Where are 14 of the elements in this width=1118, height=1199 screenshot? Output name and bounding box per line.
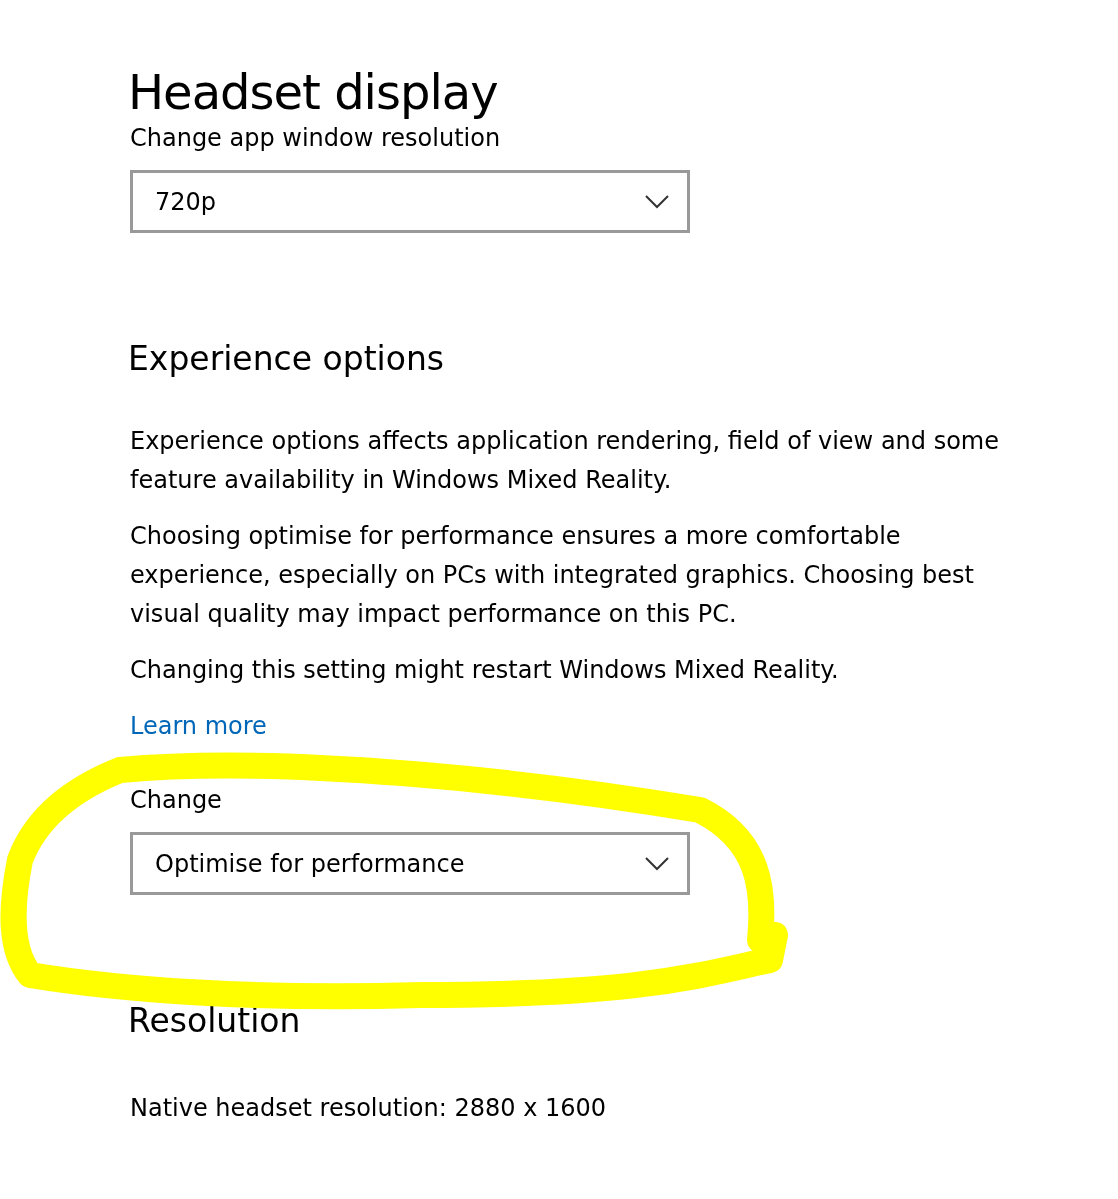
page-title: Headset display [128, 63, 499, 122]
chevron-down-icon [645, 194, 669, 209]
experience-dropdown[interactable]: Optimise for performance [130, 832, 690, 895]
description-text: Experience options affects application rendering, field of view and some feature availability in Windows Mixed Reality. [130, 426, 1000, 496]
section-heading: Experience options [128, 338, 446, 380]
field-label: Change [130, 785, 223, 816]
description-text: Choosing optimise for performance ensures a more comfortable experience, especially on PCs with integrated graphics. Choosing best visual quality may impact performance on this PC. [130, 521, 975, 630]
resolution-text: Native headset resolution: 2880 x 1600 [130, 1093, 608, 1124]
section-heading: Resolution [128, 1000, 302, 1042]
resolution-dropdown[interactable]: 720p [130, 170, 690, 233]
description-text: Changing this setting might restart Windows Mixed Reality. [130, 655, 840, 686]
field-label: Change app window resolution [130, 123, 502, 154]
chevron-down-icon [645, 856, 669, 871]
learn-more-link[interactable]: Learn more [130, 707, 267, 746]
